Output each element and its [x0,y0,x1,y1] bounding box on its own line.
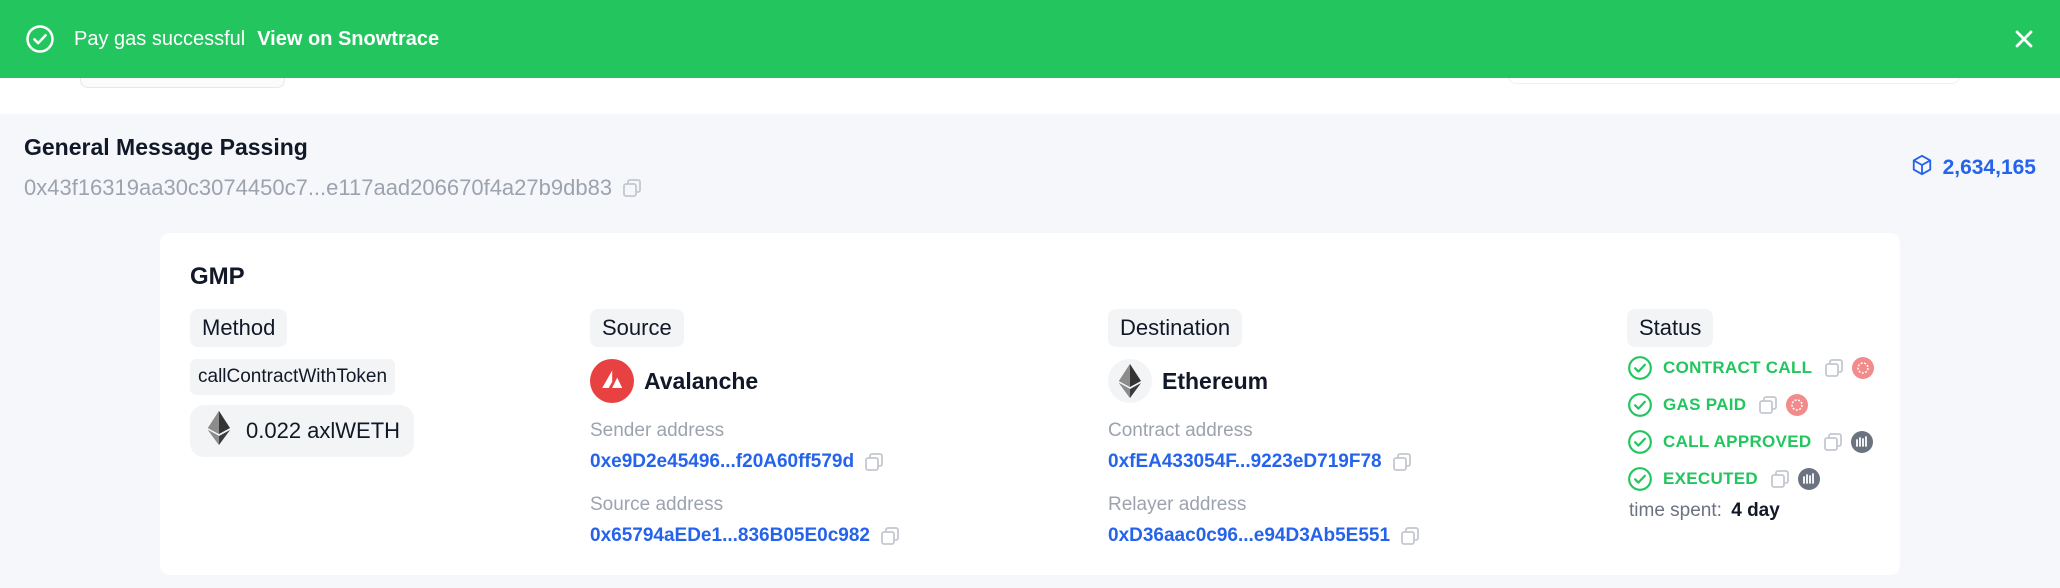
status-step-executed: EXECUTED [1627,460,1874,497]
copy-icon[interactable] [1392,452,1412,472]
contract-address-value: 0xfEA433054F...9223eD719F78 [1108,451,1382,472]
toast-message: Pay gas successful [74,27,246,50]
method-heading: Method [190,309,288,347]
avalanche-icon [590,359,634,403]
method-column: Method callContractWithToken 0.022 axlWE… [190,309,415,457]
relayer-address-value: 0xD36aac0c96...e94D3Ab5E551 [1108,525,1391,546]
source-address-label: Source address [590,494,724,515]
destination-heading: Destination [1108,309,1243,347]
amount-pill: 0.022 axlWETH [190,405,415,457]
sender-address[interactable]: 0xe9D2e45496...f20A60ff579d [590,451,884,473]
cube-icon [1911,154,1933,182]
status-steps: CONTRACT CALL GAS PAID CALL APPROVED EXE… [1627,349,1875,497]
status-column: Status CONTRACT CALL GAS PAID CALL APPRO… [1627,309,1875,521]
copy-icon[interactable] [1824,358,1844,378]
source-chain-name: Avalanche [644,367,759,394]
amount-value: 0.022 axlWETH [246,418,401,443]
check-circle-icon [1627,355,1653,381]
copy-icon[interactable] [1758,395,1778,415]
destination-chain-name: Ethereum [1162,367,1269,394]
source-column: Source Avalanche Sender address 0xe9D2e4… [590,309,899,546]
page-title: General Message Passing [24,134,308,160]
check-circle-icon [1627,392,1653,418]
sender-address-label: Sender address [590,420,725,441]
ethereum-icon [208,411,230,451]
avalanche-icon [1786,393,1809,416]
ethereum-icon [1108,359,1152,403]
status-step-contract-call: CONTRACT CALL [1627,349,1875,386]
contract-address-label: Contract address [1108,420,1253,441]
copy-icon[interactable] [622,178,642,198]
time-spent-value: 4 day [1731,500,1780,521]
check-circle-icon [24,23,56,55]
copy-icon[interactable] [1400,526,1420,546]
status-step-label[interactable]: GAS PAID [1663,395,1746,415]
axelar-icon [1797,467,1820,490]
gmp-card: GMP Method callContractWithToken 0.022 a… [160,233,1900,575]
copy-icon[interactable] [880,526,900,546]
view-on-snowtrace-link[interactable]: View on Snowtrace [257,28,439,51]
status-step-call-approved: CALL APPROVED [1627,423,1874,460]
method-name: callContractWithToken [190,359,396,395]
axelar-icon [1851,430,1874,453]
avalanche-icon [1852,356,1875,379]
card-title: GMP [190,263,245,290]
status-step-label[interactable]: CALL APPROVED [1663,432,1811,452]
block-number-value: 2,634,165 [1942,156,2036,179]
destination-chain: Ethereum [1108,359,1268,403]
source-heading: Source [590,309,684,347]
copy-icon[interactable] [1770,469,1790,489]
destination-column: Destination Ethereum Contract address 0x… [1108,309,1419,546]
source-address-value: 0x65794aEDe1...836B05E0c982 [590,525,870,546]
source-chain: Avalanche [590,359,758,403]
status-step-label[interactable]: CONTRACT CALL [1663,358,1812,378]
time-spent: time spent: 4 day [1629,500,1780,522]
close-icon[interactable] [2010,25,2038,53]
status-step-gas-paid: GAS PAID [1627,386,1874,423]
status-step-label[interactable]: EXECUTED [1663,469,1758,489]
copy-icon[interactable] [864,452,884,472]
tx-hash-value: 0x43f16319aa30c3074450c7...e117aad206670… [24,175,613,200]
block-number[interactable]: 2,634,165 [1911,154,2036,182]
tx-hash: 0x43f16319aa30c3074450c7...e117aad206670… [24,175,642,201]
sender-address-value: 0xe9D2e45496...f20A60ff579d [590,451,855,472]
copy-icon[interactable] [1823,432,1843,452]
source-address[interactable]: 0x65794aEDe1...836B05E0c982 [590,525,900,547]
check-circle-icon [1627,429,1653,455]
status-heading: Status [1627,309,1714,347]
time-spent-label: time spent: [1629,500,1722,521]
success-toast: Pay gas successful View on Snowtrace [0,0,2060,78]
check-circle-icon [1627,466,1653,492]
top-band [0,74,2060,114]
relayer-address[interactable]: 0xD36aac0c96...e94D3Ab5E551 [1108,525,1420,547]
contract-address[interactable]: 0xfEA433054F...9223eD719F78 [1108,451,1412,473]
relayer-address-label: Relayer address [1108,494,1247,515]
